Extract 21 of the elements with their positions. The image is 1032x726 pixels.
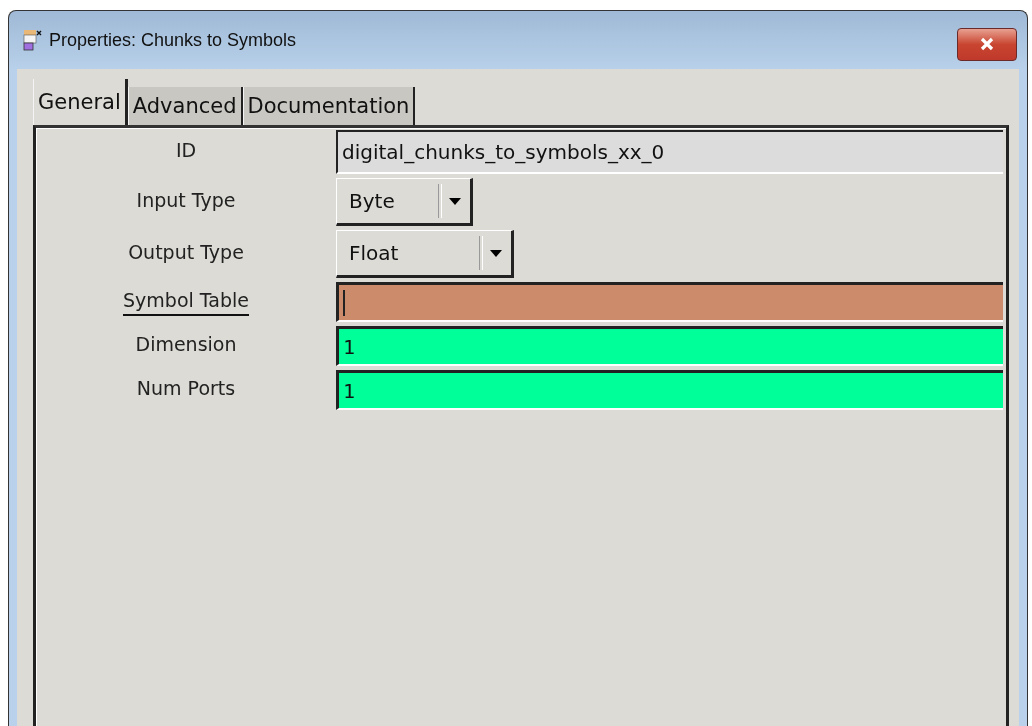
param-label: Dimension (135, 332, 237, 357)
tab[interactable]: Advanced (127, 87, 243, 125)
input-field[interactable]: 1 (336, 370, 1003, 410)
dropdown[interactable]: Byte (336, 178, 473, 226)
close-icon (978, 37, 996, 51)
input-field[interactable]: 1 (336, 326, 1003, 366)
input-field[interactable]: digital_chunks_to_symbols_xx_0 (336, 130, 1003, 174)
param-label: Output Type (128, 240, 244, 265)
param-label: Input Type (136, 188, 236, 213)
tab[interactable]: Documentation (242, 87, 416, 125)
param-label: Symbol Table (123, 288, 249, 316)
block-icon (21, 29, 43, 51)
input-field[interactable] (336, 282, 1003, 322)
caret-icon (489, 248, 503, 258)
tab[interactable]: General (33, 79, 128, 125)
window-title: Properties: Chunks to Symbols (49, 29, 298, 51)
param-label: ID (175, 138, 197, 163)
close-button[interactable] (957, 27, 1017, 61)
caret-icon (448, 196, 462, 206)
dropdown[interactable]: Float (336, 230, 514, 278)
param-label: Num Ports (136, 376, 236, 401)
